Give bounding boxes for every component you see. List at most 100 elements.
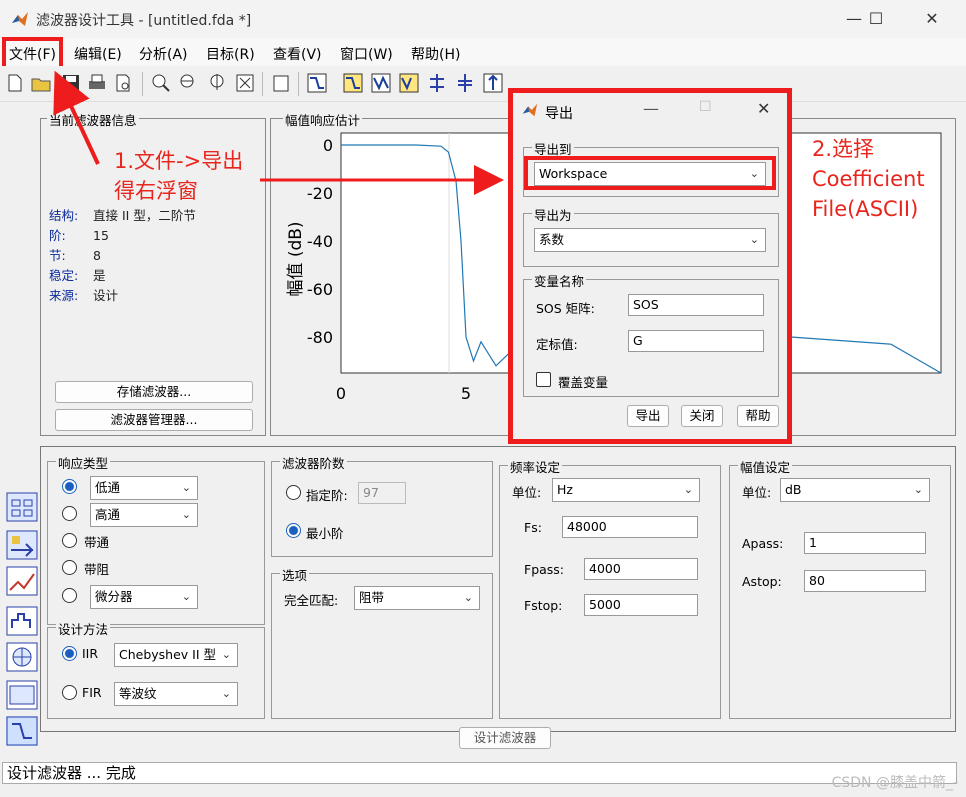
fir-radio[interactable] bbox=[62, 685, 77, 700]
menu-help[interactable]: 帮助(H) bbox=[411, 44, 460, 64]
toolbar bbox=[0, 66, 966, 102]
fstop-input[interactable]: 5000 bbox=[584, 594, 698, 616]
y-axis-label: 幅值 (dB) bbox=[286, 221, 306, 296]
save-icon[interactable] bbox=[60, 72, 82, 94]
differentiator-select[interactable]: 微分器 ⌄ bbox=[90, 585, 198, 609]
lowpass-radio[interactable] bbox=[62, 479, 77, 494]
y-tick-label: -40 bbox=[307, 232, 333, 251]
order-input[interactable]: 97 bbox=[358, 482, 406, 504]
filter-manager-button[interactable]: 滤波器管理器... bbox=[55, 409, 253, 431]
filter-designer-window: 滤波器设计工具 - [untitled.fda *] — ☐ ✕ 文件(F) 编… bbox=[0, 0, 966, 797]
zoom-x-icon[interactable] bbox=[178, 72, 200, 94]
menu-analysis[interactable]: 分析(A) bbox=[139, 44, 188, 64]
dialog-close-button[interactable]: ✕ bbox=[757, 99, 770, 118]
fpass-label: Fpass: bbox=[524, 562, 565, 577]
group-title: 滤波器阶数 bbox=[280, 453, 347, 472]
open-folder-icon[interactable] bbox=[30, 72, 52, 94]
zoom-in-icon[interactable] bbox=[150, 72, 172, 94]
lowpass-select[interactable]: 低通 ⌄ bbox=[90, 476, 198, 500]
scale-values-input[interactable]: G bbox=[628, 330, 764, 352]
iir-label: IIR bbox=[82, 646, 99, 661]
magnitude-response-icon[interactable] bbox=[342, 72, 364, 94]
design-filter-button[interactable]: 设计滤波器 bbox=[459, 727, 551, 749]
toolbar-separator bbox=[142, 72, 143, 96]
print-preview-icon[interactable] bbox=[112, 72, 134, 94]
export-to-select[interactable]: Workspace ⌄ bbox=[534, 162, 766, 186]
magnitude-spec-group: 幅值设定 单位: dB ⌄ Apass: 1 Astop: 80 bbox=[729, 457, 951, 719]
freq-unit-select[interactable]: Hz ⌄ bbox=[552, 478, 700, 502]
bandstop-radio[interactable] bbox=[62, 560, 77, 575]
store-filter-button[interactable]: 存储滤波器... bbox=[55, 381, 253, 403]
y-tick-label: -20 bbox=[307, 184, 333, 203]
new-figure-icon[interactable] bbox=[270, 72, 292, 94]
fir-label: FIR bbox=[82, 685, 102, 700]
x-tick-label: 0 bbox=[336, 384, 346, 403]
export-as-select[interactable]: 系数 ⌄ bbox=[534, 228, 766, 252]
close-button[interactable]: ✕ bbox=[912, 6, 952, 32]
impulse-response-icon[interactable] bbox=[482, 72, 504, 94]
export-button[interactable]: 导出 bbox=[627, 405, 669, 427]
mag-phase-icon[interactable] bbox=[398, 72, 420, 94]
realize-model-icon[interactable] bbox=[6, 680, 38, 710]
phase-delay-icon[interactable] bbox=[454, 72, 476, 94]
import-filter-icon[interactable] bbox=[6, 642, 38, 672]
astop-label: Astop: bbox=[742, 574, 782, 589]
info-row-stable: 稳定: 是 bbox=[49, 268, 106, 283]
menu-edit[interactable]: 编辑(E) bbox=[74, 44, 122, 64]
transform-filter-icon[interactable] bbox=[6, 530, 38, 560]
matlab-logo-icon bbox=[522, 103, 538, 117]
match-exactly-select[interactable]: 阻带 ⌄ bbox=[354, 586, 480, 610]
minimum-order-radio[interactable] bbox=[286, 523, 301, 538]
export-as-group: 导出为 系数 ⌄ bbox=[523, 205, 779, 267]
highpass-radio[interactable] bbox=[62, 506, 77, 521]
dialog-minimize-button[interactable]: — bbox=[643, 99, 659, 118]
apass-input[interactable]: 1 bbox=[804, 532, 926, 554]
quantize-icon[interactable] bbox=[6, 606, 38, 636]
fpass-input[interactable]: 4000 bbox=[584, 558, 698, 580]
mag-unit-select[interactable]: dB ⌄ bbox=[780, 478, 930, 502]
menu-bar: 文件(F) 编辑(E) 分析(A) 目标(R) 查看(V) 窗口(W) 帮助(H… bbox=[0, 37, 966, 71]
group-title: 变量名称 bbox=[532, 271, 587, 290]
highpass-select[interactable]: 高通 ⌄ bbox=[90, 503, 198, 527]
menu-file[interactable]: 文件(F) bbox=[2, 37, 63, 71]
dialog-title: 导出 bbox=[545, 106, 573, 122]
fs-input[interactable]: 48000 bbox=[562, 516, 698, 538]
fir-method-select[interactable]: 等波纹 ⌄ bbox=[114, 682, 238, 706]
filter-order-group: 滤波器阶数 指定阶: 97 最小阶 bbox=[271, 453, 493, 557]
toolbar-separator bbox=[262, 72, 263, 96]
iir-radio[interactable] bbox=[62, 646, 77, 661]
design-mode-icon[interactable] bbox=[306, 72, 328, 94]
export-to-group: 导出到 Workspace ⌄ bbox=[523, 139, 779, 197]
bandpass-radio[interactable] bbox=[62, 533, 77, 548]
sos-matrix-input[interactable]: SOS bbox=[628, 294, 764, 316]
zoom-y-icon[interactable] bbox=[206, 72, 228, 94]
variable-names-group: 变量名称 SOS 矩阵: SOS 定标值: G 覆盖变量 bbox=[523, 271, 779, 397]
maximize-button[interactable]: ☐ bbox=[856, 6, 896, 32]
menu-window[interactable]: 窗口(W) bbox=[340, 44, 393, 64]
design-filter-tool-icon[interactable] bbox=[6, 716, 38, 746]
phase-response-icon[interactable] bbox=[370, 72, 392, 94]
dialog-maximize-button[interactable]: ☐ bbox=[699, 99, 712, 115]
multirate-icon[interactable] bbox=[6, 566, 38, 596]
full-view-icon[interactable] bbox=[234, 72, 256, 94]
toolbar-separator bbox=[298, 72, 299, 96]
overwrite-checkbox[interactable] bbox=[536, 372, 551, 387]
group-title: 频率设定 bbox=[508, 457, 563, 476]
menu-view[interactable]: 查看(V) bbox=[273, 44, 322, 64]
astop-input[interactable]: 80 bbox=[804, 570, 926, 592]
iir-method-select[interactable]: Chebyshev II 型 ⌄ bbox=[114, 643, 238, 667]
dialog-close-text-button[interactable]: 关闭 bbox=[681, 405, 723, 427]
new-file-icon[interactable] bbox=[4, 72, 26, 94]
differentiator-radio[interactable] bbox=[62, 588, 77, 603]
menu-targets[interactable]: 目标(R) bbox=[206, 44, 255, 64]
annotation-step2-line3: File(ASCII) bbox=[812, 197, 919, 221]
specify-order-radio[interactable] bbox=[286, 485, 301, 500]
freq-unit-label: 单位: bbox=[512, 485, 542, 500]
panel-title: 当前滤波器信息 bbox=[47, 110, 139, 129]
group-delay-icon[interactable] bbox=[426, 72, 448, 94]
print-icon[interactable] bbox=[86, 72, 108, 94]
pole-zero-editor-icon[interactable] bbox=[6, 492, 38, 522]
y-tick-label: -80 bbox=[307, 328, 333, 347]
group-title: 幅值设定 bbox=[738, 457, 793, 476]
help-button[interactable]: 帮助 bbox=[737, 405, 779, 427]
